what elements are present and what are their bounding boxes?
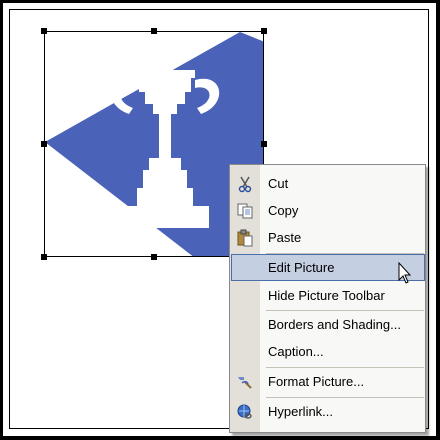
menu-item-label: Borders and Shading...: [268, 317, 401, 332]
clipboard-icon: [236, 229, 254, 247]
menu-item-format-picture[interactable]: Format Picture...: [231, 368, 425, 395]
scissors-icon: [236, 175, 254, 193]
mouse-pointer-icon: [398, 261, 414, 291]
menu-item-label: Hyperlink...: [268, 404, 334, 419]
menu-item-hide-picture-toolbar[interactable]: Hide Picture Toolbar: [231, 282, 425, 309]
menu-item-label: Cut: [268, 176, 289, 191]
format-picture-icon: [236, 373, 254, 391]
resize-handle-middle-left[interactable]: [41, 141, 47, 147]
copy-icon: [236, 202, 254, 220]
resize-handle-top-left[interactable]: [41, 28, 47, 34]
menu-item-cut[interactable]: Cut: [231, 170, 425, 197]
menu-item-label: Caption...: [268, 344, 324, 359]
menu-item-caption[interactable]: Caption...: [231, 338, 425, 365]
menu-item-copy[interactable]: Copy: [231, 197, 425, 224]
menu-item-edit-picture[interactable]: Edit Picture: [231, 254, 425, 281]
resize-handle-bottom-center[interactable]: [151, 254, 157, 260]
menu-item-label: Format Picture...: [268, 374, 365, 389]
menu-item-hyperlink[interactable]: Hyperlink...: [231, 398, 425, 425]
menu-item-borders-and-shading[interactable]: Borders and Shading...: [231, 311, 425, 338]
context-menu: Cut Copy Paste Edit Picture Hide Picture…: [229, 164, 426, 433]
menu-item-label: Edit Picture: [268, 260, 335, 275]
menu-item-label: Paste: [268, 230, 302, 245]
globe-link-icon: [236, 403, 254, 421]
menu-item-paste[interactable]: Paste: [231, 224, 425, 251]
resize-handle-top-right[interactable]: [261, 28, 267, 34]
menu-item-label: Copy: [268, 203, 299, 218]
resize-handle-bottom-left[interactable]: [41, 254, 47, 260]
menu-item-label: Hide Picture Toolbar: [268, 288, 385, 303]
resize-handle-middle-right[interactable]: [261, 141, 267, 147]
resize-handle-top-center[interactable]: [151, 28, 157, 34]
